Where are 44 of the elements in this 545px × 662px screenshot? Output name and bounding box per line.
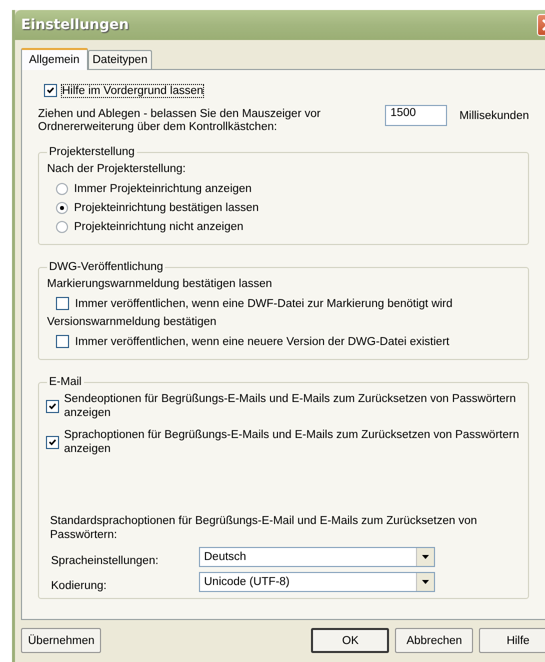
radio-button[interactable] [56, 220, 68, 232]
section-text: Markierungswarnmeldung bestätigen lassen [47, 277, 274, 292]
dialog-button[interactable]: Abbrechen [395, 628, 474, 653]
radio-label[interactable]: Immer Projekteinrichtung anzeigen [74, 182, 252, 194]
checkbox-label[interactable]: Immer veröffentlichen, wenn eine neuere Version der DWG-Datei existiert [75, 336, 450, 348]
field-label: Spracheinstellungen: [51, 554, 160, 567]
note-text: Standardsprachoptionen für Begrüßungs-E-Mail und E-Mails zum Zurücksetzen von Passwörtern: [50, 514, 478, 542]
checkbox[interactable] [46, 400, 59, 412]
radio-label[interactable]: Projekteinrichtung bestätigen lassen [74, 202, 259, 214]
dropdown[interactable]: Unicode (UTF-8) [199, 572, 435, 592]
check-icon [45, 85, 56, 96]
group-title: Projekterstellung [48, 146, 136, 158]
tab[interactable]: Dateitypen [88, 50, 152, 69]
check-icon [47, 400, 58, 412]
delay-input[interactable]: 1500 [385, 105, 448, 126]
checkbox[interactable] [56, 297, 69, 310]
check-icon [47, 436, 58, 448]
dialog-button[interactable]: OK [311, 628, 390, 653]
dropdown-button[interactable] [416, 548, 434, 566]
group-title: DWG-Veröffentlichung [48, 261, 164, 273]
prompt-text: Nach der Projekterstellung: [47, 162, 187, 177]
checkbox-label[interactable]: Immer veröffentlichen, wenn eine DWF-Datei zur Markierung benötigt wird [75, 298, 453, 310]
section-text: Versionswarnmeldung bestätigen [47, 315, 218, 330]
caret-icon [422, 580, 429, 584]
checkbox-label[interactable]: Hilfe im Vordergrund lassen [43, 83, 204, 98]
checkbox-label[interactable]: Sprachoptionen für Begrüßungs-E-Mails und E-Mails zum Zurücksetzen von Passwörtern anzeigen [64, 428, 520, 456]
radio-button[interactable] [56, 202, 68, 214]
dropdown[interactable]: Deutsch [199, 547, 435, 567]
tab[interactable]: Allgemein [21, 48, 88, 70]
checkbox[interactable] [46, 436, 59, 448]
checkbox-label[interactable]: Sendeoptionen für Begrüßungs-E-Mails und E-Mails zum Zurücksetzen von Passwörtern anzeigen [64, 392, 520, 420]
dialog-button[interactable]: Hilfe [479, 628, 545, 653]
radio-button[interactable] [56, 182, 68, 194]
window-title: Einstellungen [21, 17, 129, 33]
drag-delay-label: Ziehen und Ablegen - belassen Sie den Mauszeiger vor Ordnererweiterung über dem Kontrollkästchen: [38, 108, 322, 134]
caret-icon [422, 555, 429, 559]
checkbox[interactable] [56, 335, 69, 348]
field-label: Kodierung: [51, 579, 108, 592]
dialog-button[interactable]: Übernehmen [21, 628, 102, 653]
checkbox[interactable] [44, 84, 57, 97]
group-title: E-Mail [48, 376, 83, 388]
radio-label[interactable]: Projekteinrichtung nicht anzeigen [74, 220, 244, 232]
unit-label: Millisekunden [459, 110, 529, 122]
dropdown-button[interactable] [416, 573, 434, 591]
